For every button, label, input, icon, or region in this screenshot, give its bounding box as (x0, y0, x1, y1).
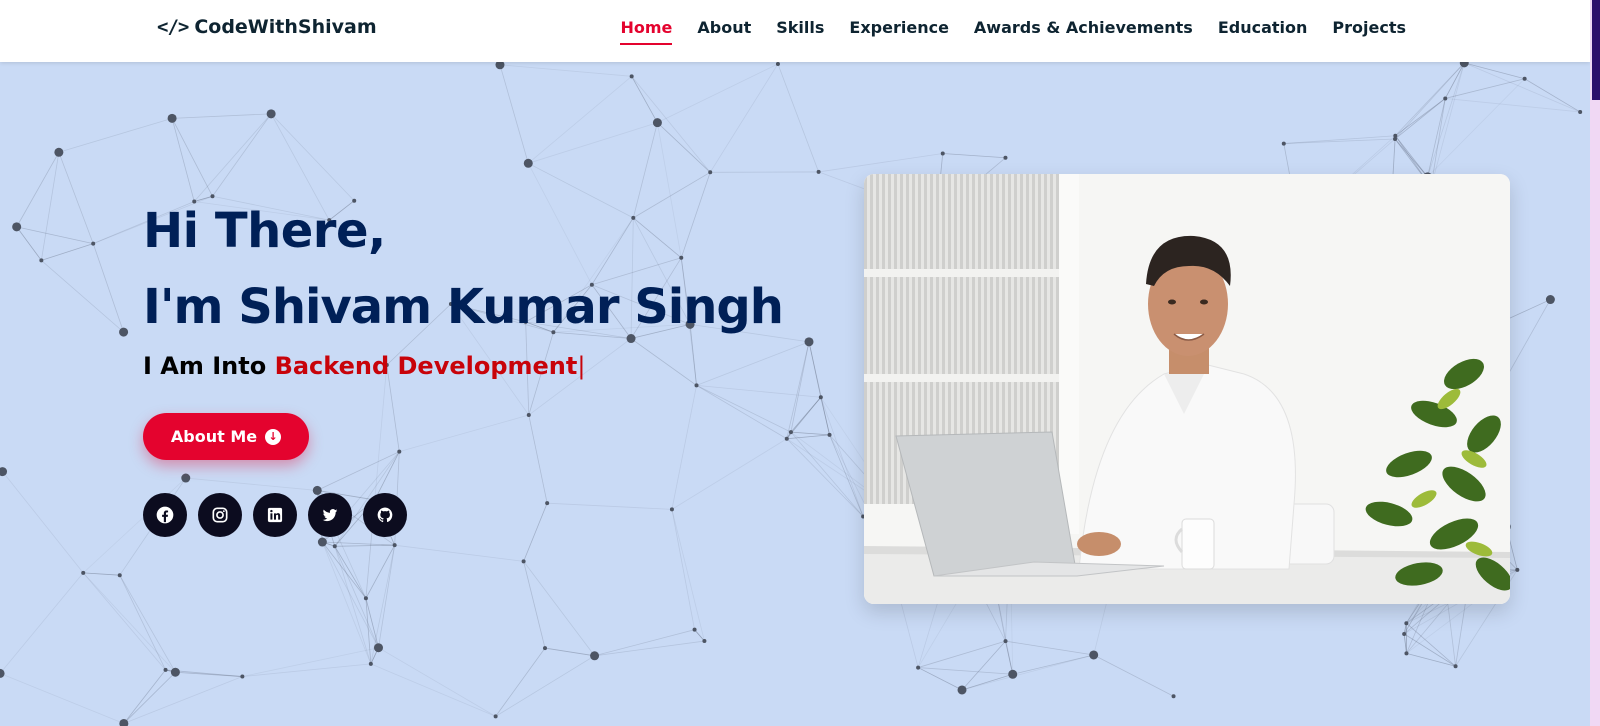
github-icon (377, 507, 393, 523)
about-me-button[interactable]: About Me ↓ (143, 413, 309, 460)
nav-about[interactable]: About (697, 18, 751, 45)
twitter-icon (322, 509, 338, 522)
nav-skills[interactable]: Skills (776, 18, 824, 45)
brand-name: CodeWithShivam (194, 16, 377, 38)
github-link[interactable] (363, 493, 407, 537)
navbar: </> CodeWithShivam Home About Skills Exp… (0, 0, 1590, 62)
about-me-label: About Me (170, 427, 258, 446)
code-icon: </> (157, 16, 189, 38)
hero-greeting: Hi There, (143, 203, 386, 259)
page-scroll-track[interactable] (1590, 0, 1600, 726)
brand-logo[interactable]: </> CodeWithShivam (157, 16, 377, 38)
hero-name: I'm Shivam Kumar Singh (143, 279, 784, 335)
nav-home[interactable]: Home (620, 18, 673, 45)
hero-section: Hi There, I'm Shivam Kumar Singh I Am In… (0, 62, 1590, 726)
nav-menu: Home About Skills Experience Awards & Ac… (620, 18, 1406, 45)
instagram-icon (212, 507, 228, 523)
facebook-icon (156, 506, 174, 524)
developer-at-laptop-illustration (864, 174, 1510, 604)
twitter-link[interactable] (308, 493, 352, 537)
nav-education[interactable]: Education (1218, 18, 1308, 45)
linkedin-icon (267, 507, 283, 523)
typed-cursor: | (577, 352, 586, 380)
nav-projects[interactable]: Projects (1332, 18, 1406, 45)
nav-awards[interactable]: Awards & Achievements (974, 18, 1193, 45)
facebook-link[interactable] (143, 493, 187, 537)
typed-tagline: I Am Into Backend Development| (143, 352, 585, 380)
linkedin-link[interactable] (253, 493, 297, 537)
typed-prefix: I Am Into (143, 352, 267, 380)
typed-role: Backend Development (274, 352, 578, 380)
instagram-link[interactable] (198, 493, 242, 537)
arrow-down-circle-icon: ↓ (265, 428, 282, 445)
hero-photo (864, 174, 1510, 604)
scroll-progress-indicator[interactable] (1592, 0, 1600, 100)
social-links (143, 493, 407, 537)
nav-experience[interactable]: Experience (849, 18, 949, 45)
